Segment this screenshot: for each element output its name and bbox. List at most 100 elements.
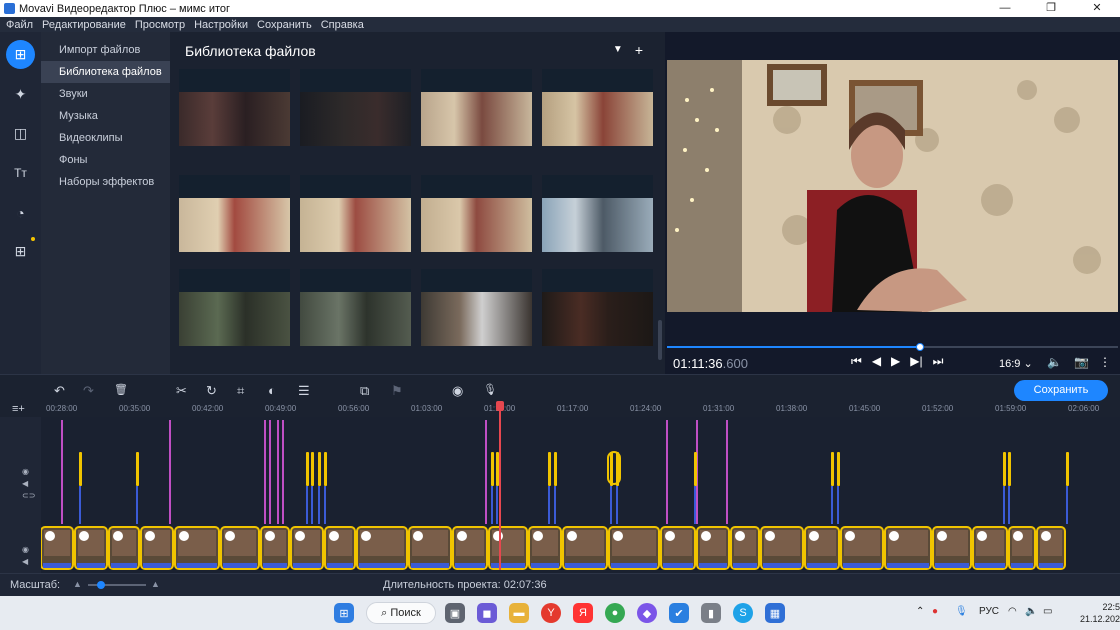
magic-wand-icon[interactable]: ✦: [6, 80, 35, 109]
task-view-icon[interactable]: ▣: [445, 603, 465, 623]
library-thumbnail[interactable]: [421, 175, 532, 252]
library-thumbnail[interactable]: [179, 269, 290, 346]
menu-save[interactable]: Сохранить: [257, 19, 312, 31]
library-thumbnail[interactable]: [542, 175, 653, 252]
undo-icon[interactable]: ↶: [54, 383, 65, 399]
clock[interactable]: 22:55 21.12.2022: [1080, 601, 1120, 625]
library-thumbnail[interactable]: [179, 175, 290, 252]
zoom-out-icon[interactable]: ▲: [73, 579, 82, 589]
usb-app-icon[interactable]: ▮: [701, 603, 721, 623]
menu-view[interactable]: Просмотр: [135, 19, 185, 31]
nav-effect-packs[interactable]: Наборы эффектов: [41, 171, 170, 193]
playback-progress[interactable]: [667, 343, 1118, 351]
library-thumbnail[interactable]: [542, 69, 653, 146]
nav-backgrounds[interactable]: Фоны: [41, 149, 170, 171]
speaker-icon[interactable]: ◀: [22, 557, 28, 566]
play-icon[interactable]: ▶: [891, 354, 900, 369]
add-file-icon[interactable]: +: [635, 42, 643, 58]
chrome-icon[interactable]: ●: [605, 603, 625, 623]
nav-file-library[interactable]: Библиотека файлов: [41, 61, 170, 83]
zoom-slider-knob[interactable]: [97, 581, 105, 589]
import-icon[interactable]: ⊞: [6, 40, 35, 69]
filters-icon[interactable]: ◔: [6, 198, 35, 227]
titles-icon[interactable]: Tт: [6, 158, 35, 187]
eye-icon[interactable]: ◉: [22, 467, 29, 476]
volume-icon[interactable]: 🔈: [1047, 355, 1062, 369]
yandex-browser-icon[interactable]: Y: [541, 603, 561, 623]
cut-icon[interactable]: ✂: [176, 383, 187, 399]
title-clip-tail: [694, 486, 696, 524]
file-explorer-icon[interactable]: ▬: [509, 603, 529, 623]
eye-icon[interactable]: ◉: [22, 545, 29, 554]
timeline[interactable]: ◉ ◀ ⊂⊃ ◉ ◀: [0, 417, 1120, 573]
skip-start-icon[interactable]: ⏮: [851, 354, 862, 369]
snapshot-icon[interactable]: 📷: [1074, 355, 1089, 369]
clock-date: 21.12.2022: [1080, 614, 1120, 624]
save-button[interactable]: Сохранить: [1014, 380, 1108, 401]
insert-icon[interactable]: ⧉: [360, 383, 369, 399]
more-tools-icon[interactable]: ⊞: [6, 237, 35, 266]
step-back-icon[interactable]: ◀: [872, 354, 881, 369]
add-track-icon[interactable]: ≡+: [12, 403, 25, 415]
timeline-ruler[interactable]: ≡+ 00:28:00 00:35:00 00:42:00 00:49:00 0…: [0, 403, 1120, 417]
zoom-in-icon[interactable]: ▲: [151, 579, 160, 589]
nav-import-files[interactable]: Импорт файлов: [41, 39, 170, 61]
playhead-handle[interactable]: [496, 401, 504, 411]
taskbar-search[interactable]: ⌕ Поиск: [366, 602, 436, 624]
transitions-icon[interactable]: ◫: [6, 119, 35, 148]
color-adjust-icon[interactable]: ◐: [268, 383, 276, 398]
close-button[interactable]: ✕: [1074, 0, 1120, 17]
skip-end-icon[interactable]: ⏭: [933, 354, 944, 369]
crop-icon[interactable]: ⌗: [237, 383, 244, 399]
language-indicator[interactable]: РУС: [979, 606, 999, 617]
marker-icon[interactable]: ⚑: [391, 383, 403, 399]
menu-settings[interactable]: Настройки: [194, 19, 248, 31]
library-thumbnail[interactable]: [300, 69, 411, 146]
tray-app-icon[interactable]: ●: [932, 606, 938, 617]
playhead[interactable]: [496, 401, 504, 570]
library-thumbnail[interactable]: [542, 269, 653, 346]
nav-video-clips[interactable]: Видеоклипы: [41, 127, 170, 149]
tray-overflow-icon[interactable]: ⌃: [916, 606, 924, 617]
webcam-icon[interactable]: ◉: [452, 383, 463, 399]
library-scrollbar[interactable]: [658, 320, 662, 360]
volume-tray-icon[interactable]: 🔈: [1025, 606, 1037, 617]
menu-edit[interactable]: Редактирование: [42, 19, 126, 31]
wifi-icon[interactable]: ◠: [1008, 606, 1017, 617]
clip-properties-icon[interactable]: ☰: [298, 383, 310, 399]
maximize-button[interactable]: ❐: [1028, 0, 1074, 17]
link-icon[interactable]: ⊂⊃: [22, 491, 35, 500]
aspect-ratio-select[interactable]: 16:9 ⌄: [999, 357, 1033, 370]
skype-icon[interactable]: S: [733, 603, 753, 623]
teams-icon[interactable]: ◼: [477, 603, 497, 623]
delete-icon[interactable]: 🗑: [114, 383, 128, 396]
zoom-slider[interactable]: [88, 581, 146, 589]
more-options-icon[interactable]: ⋮: [1099, 355, 1111, 369]
menu-file[interactable]: Файл: [6, 19, 33, 31]
todo-icon[interactable]: ✔: [669, 603, 689, 623]
start-icon[interactable]: ⊞: [334, 603, 354, 623]
library-thumbnail[interactable]: [300, 269, 411, 346]
yandex-icon[interactable]: Я: [573, 603, 593, 623]
battery-icon[interactable]: ▭: [1043, 606, 1052, 617]
library-thumbnail[interactable]: [300, 175, 411, 252]
rotate-icon[interactable]: ↻: [206, 383, 217, 399]
timeline-tracks[interactable]: [41, 417, 1120, 573]
tray-mic-icon[interactable]: 🎙: [955, 606, 968, 617]
library-thumbnail[interactable]: [421, 269, 532, 346]
speaker-icon[interactable]: ◀: [22, 479, 28, 488]
redo-icon[interactable]: ↷: [83, 383, 94, 399]
nav-sounds[interactable]: Звуки: [41, 83, 170, 105]
microphone-icon[interactable]: 🎙: [483, 383, 497, 396]
library-thumbnail[interactable]: [421, 69, 532, 146]
alice-icon[interactable]: ◆: [637, 603, 657, 623]
filter-icon[interactable]: ▼: [613, 42, 623, 58]
timecode: 01:11:36.600: [673, 356, 748, 371]
playback-progress-knob[interactable]: [915, 343, 924, 351]
movavi-icon[interactable]: ▦: [765, 603, 785, 623]
minimize-button[interactable]: —: [982, 0, 1028, 17]
step-forward-icon[interactable]: ▶|: [910, 354, 922, 369]
menu-help[interactable]: Справка: [321, 19, 364, 31]
nav-music[interactable]: Музыка: [41, 105, 170, 127]
library-thumbnail[interactable]: [179, 69, 290, 146]
